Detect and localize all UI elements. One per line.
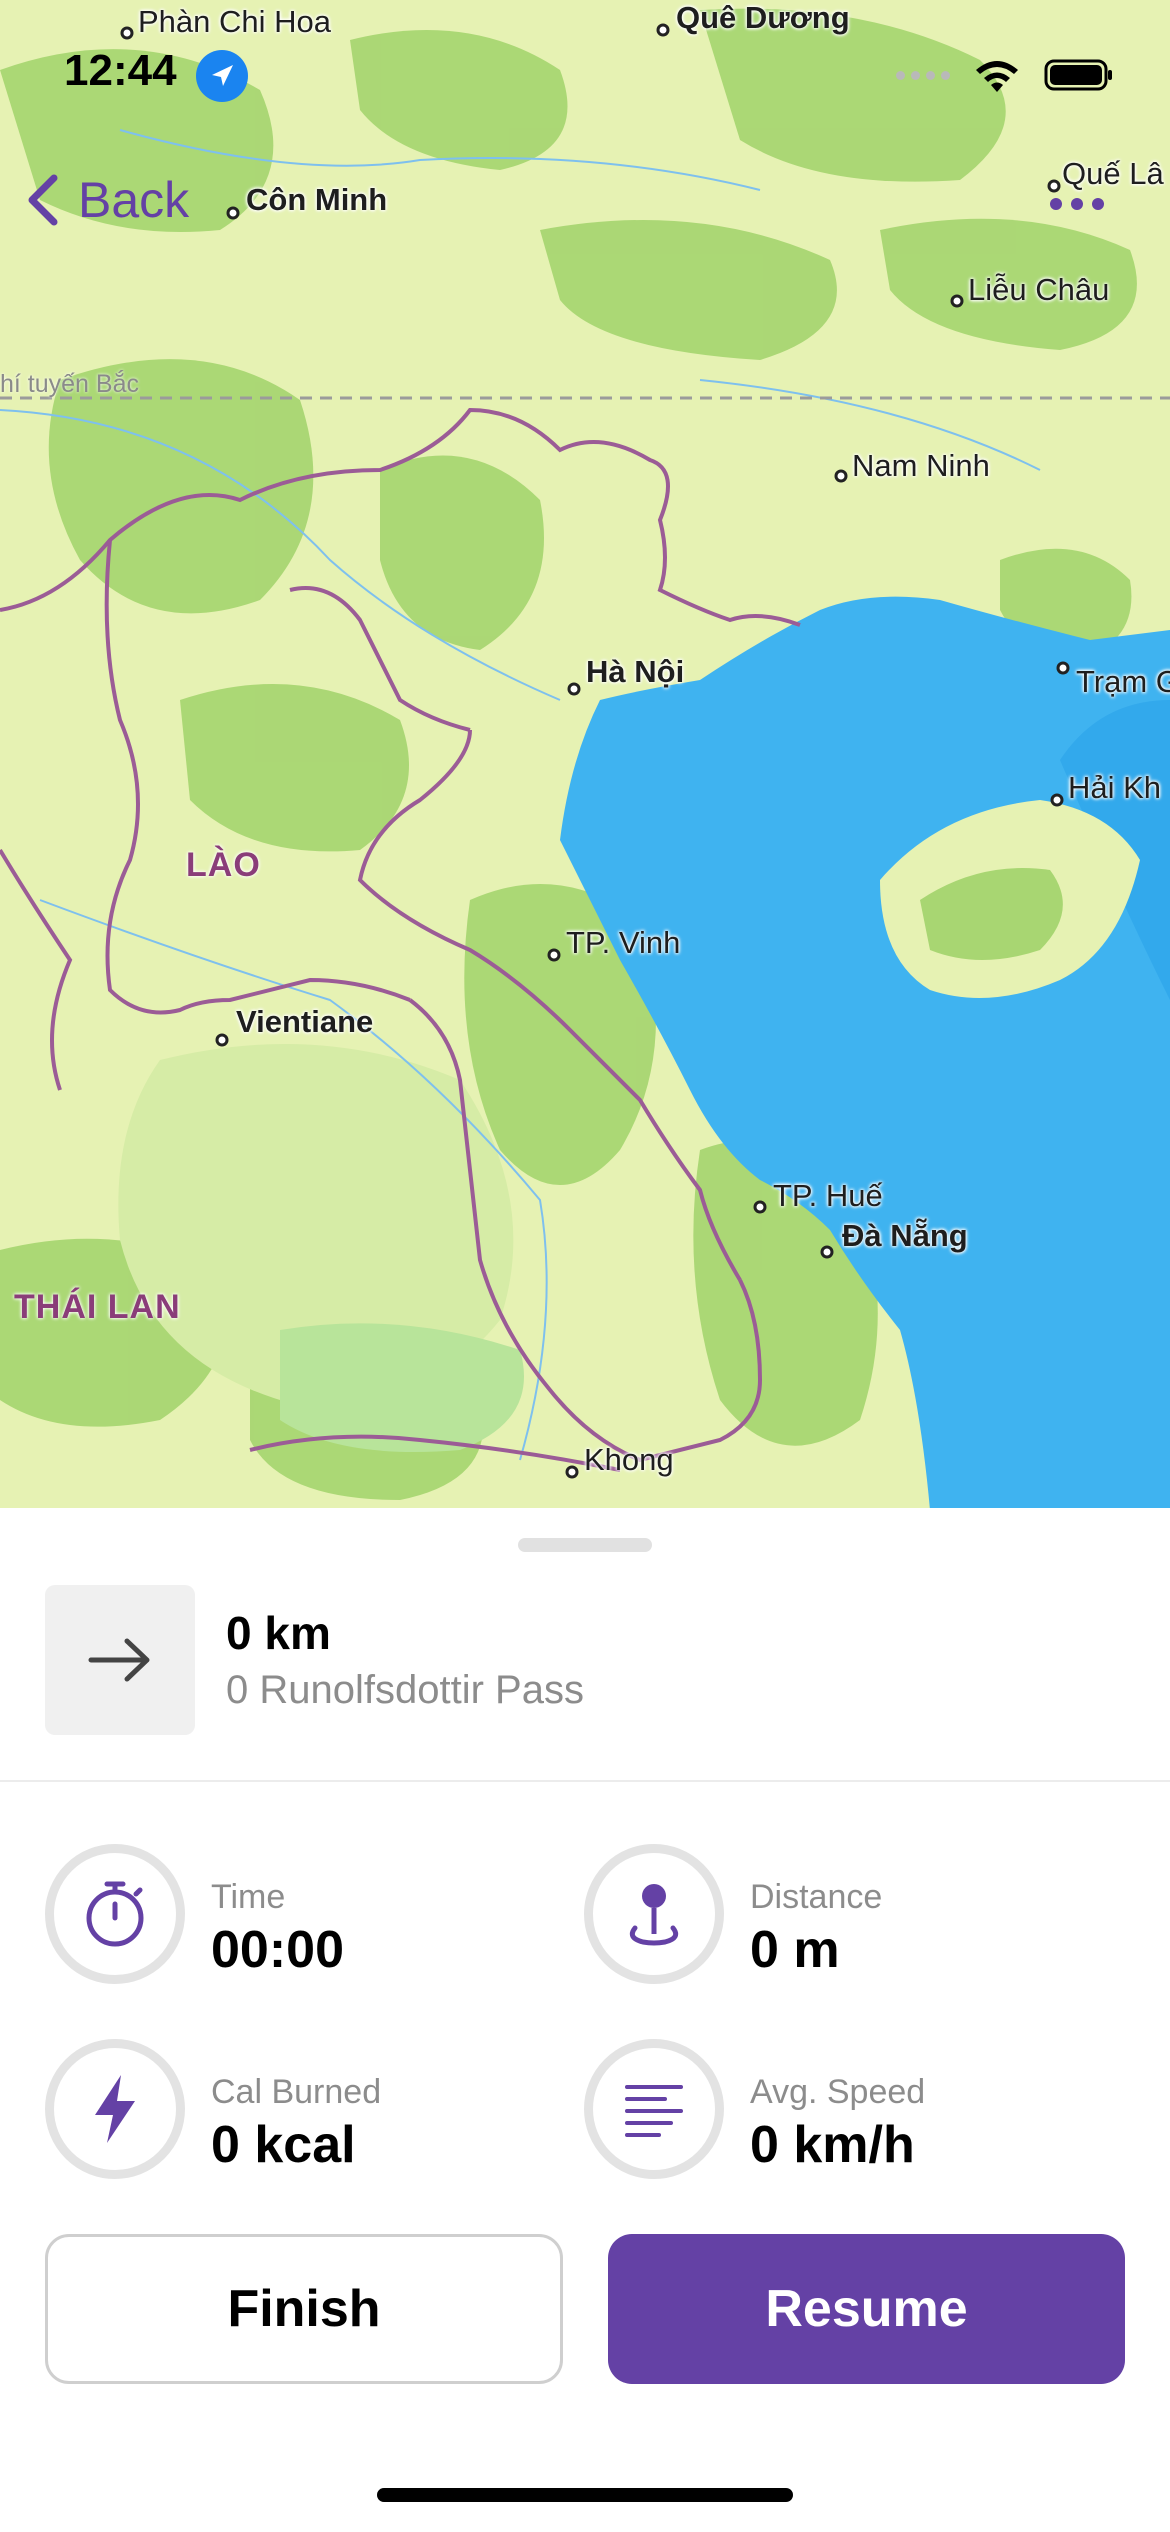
stat-time-ring — [45, 1844, 185, 1984]
signal-dots-icon — [896, 70, 950, 80]
stat-distance-value: 0 m — [750, 1921, 840, 1979]
country-label-lao: LÀO — [186, 846, 261, 884]
stat-calories-label: Cal Burned — [211, 2073, 382, 2111]
city-label-hai-kh: Hải Kh — [1068, 770, 1162, 805]
stat-speed-label: Avg. Speed — [750, 2073, 926, 2111]
city-label-phan-chi-hoa: Phàn Chi Hoa — [138, 4, 332, 39]
stat-calories-value: 0 kcal — [211, 2116, 356, 2174]
city-label-ha-noi: Hà Nội — [586, 654, 685, 689]
wifi-icon — [976, 61, 1018, 92]
city-label-que-duong: Quê Dương — [676, 0, 850, 35]
status-icons — [896, 56, 1114, 94]
stat-distance-label: Distance — [750, 1878, 883, 1916]
city-label-con-minh: Côn Minh — [246, 182, 388, 217]
stat-distance-ring — [584, 1844, 724, 1984]
battery-icon — [1044, 59, 1112, 91]
more-dots-icon[interactable] — [1050, 198, 1104, 210]
sheet-grabber[interactable] — [518, 1538, 652, 1552]
route-icon-box — [45, 1585, 195, 1735]
tropic-label: hí tuyến Bắc — [0, 370, 139, 398]
route-distance: 0 km — [226, 1607, 331, 1659]
arrow-right-icon — [88, 1638, 150, 1682]
location-arrow-icon — [196, 50, 248, 102]
workout-sheet: 0 km 0 Runolfsdottir Pass Time 00:00 Dis… — [0, 1508, 1170, 2532]
city-label-lieu-chau: Liễu Châu — [968, 272, 1110, 307]
resume-button[interactable]: Resume — [608, 2234, 1125, 2384]
lightning-icon — [95, 2075, 135, 2143]
location-pin-icon — [629, 1884, 679, 1946]
city-label-tram-g: Trạm G — [1076, 664, 1170, 699]
finish-button[interactable]: Finish — [45, 2234, 563, 2384]
city-label-nam-ninh: Nam Ninh — [852, 448, 990, 483]
stat-speed-ring — [584, 2039, 724, 2179]
city-label-khong: Khong — [584, 1442, 674, 1477]
status-time: 12:44 — [64, 46, 177, 95]
home-indicator[interactable] — [377, 2488, 793, 2502]
stat-calories-ring — [45, 2039, 185, 2179]
divider — [0, 1780, 1170, 1782]
stopwatch-icon — [86, 1881, 144, 1947]
chevron-left-icon — [28, 174, 58, 226]
country-label-thai-lan: THÁI LAN — [14, 1288, 181, 1326]
stat-time-label: Time — [211, 1878, 286, 1916]
stat-speed-value: 0 km/h — [750, 2116, 915, 2174]
route-name: 0 Runolfsdottir Pass — [226, 1668, 584, 1712]
back-button[interactable]: Back — [22, 170, 189, 230]
stat-time-value: 00:00 — [211, 1921, 344, 1979]
speed-lines-icon — [625, 2085, 683, 2137]
city-label-tp-vinh: TP. Vinh — [566, 925, 681, 960]
back-label: Back — [78, 172, 190, 228]
city-label-da-nang: Đà Nẵng — [842, 1218, 968, 1253]
city-label-que-la: Quế Lâ — [1062, 156, 1164, 191]
city-label-tp-hue: TP. Huế — [773, 1178, 883, 1213]
city-label-vientiane: Vientiane — [236, 1004, 374, 1039]
